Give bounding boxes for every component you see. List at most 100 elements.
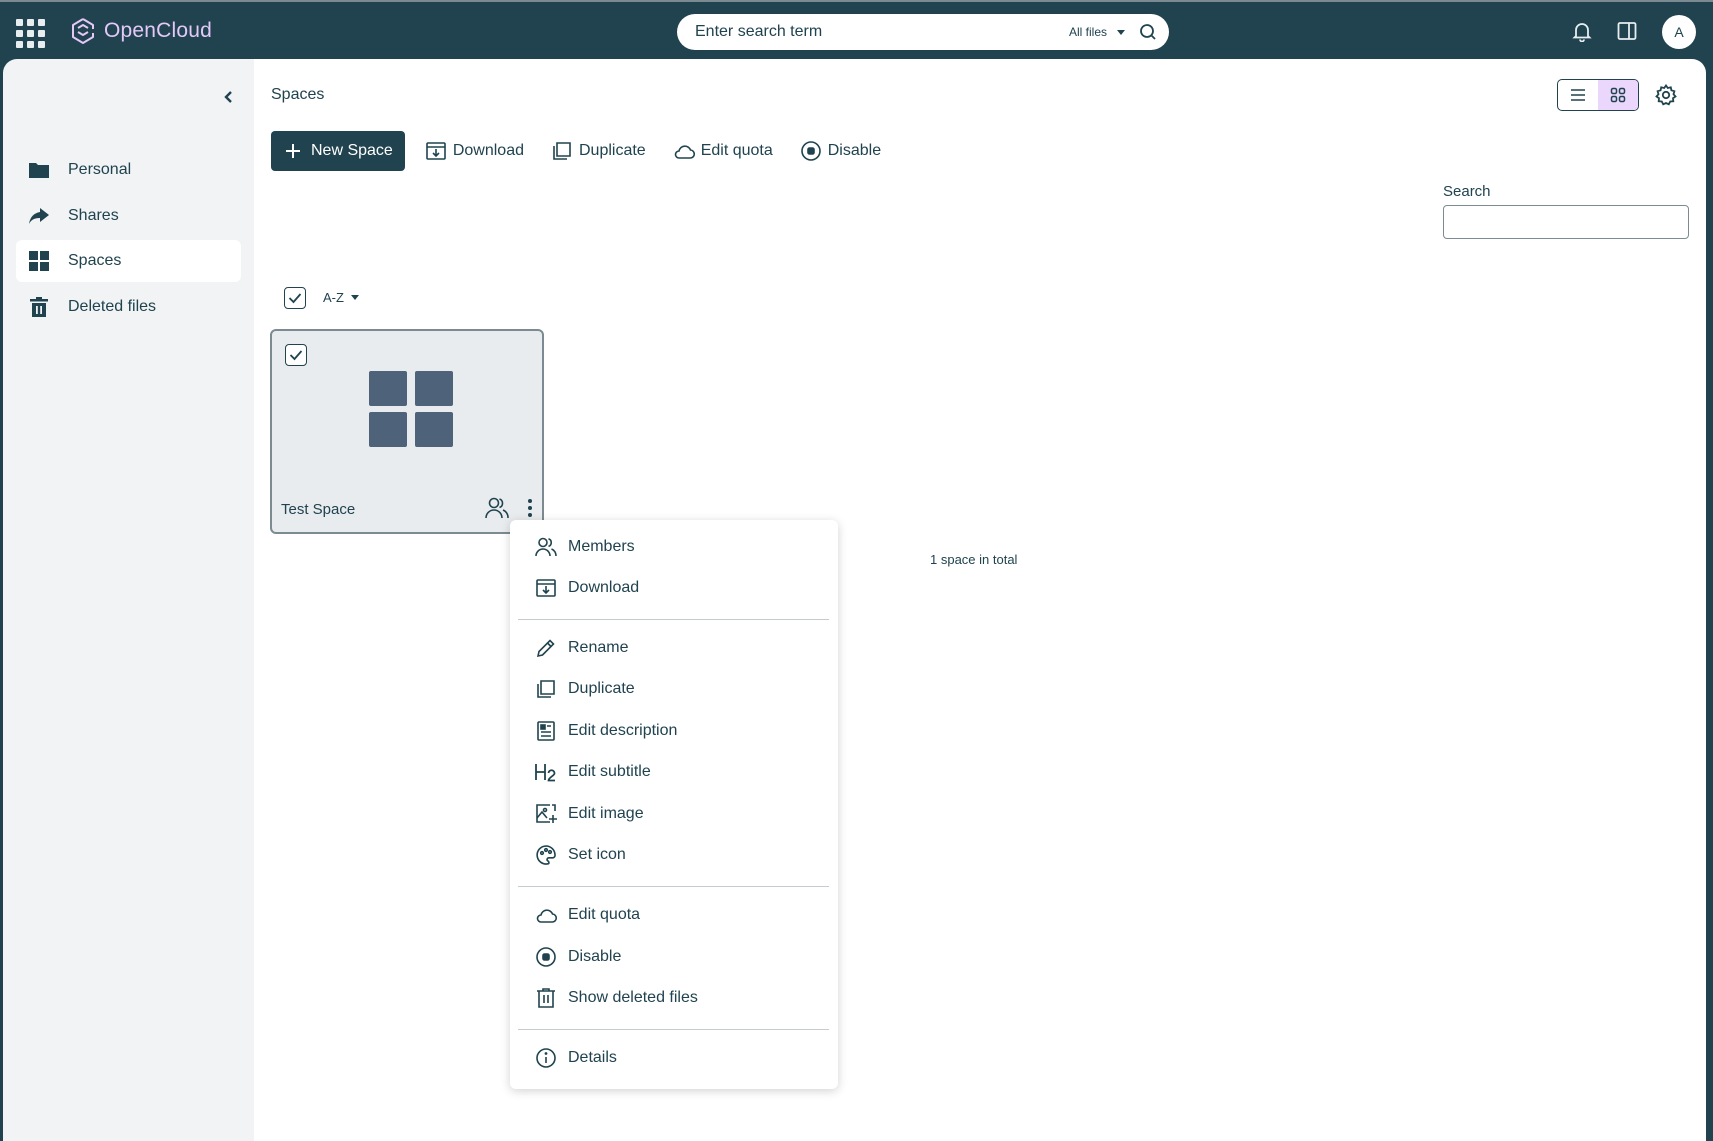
menu-item-label: Edit subtitle [568, 763, 651, 780]
sidebar-item-label: Spaces [68, 252, 122, 269]
edit-quota-button[interactable]: Edit quota [673, 140, 773, 162]
sidebar-item-label: Deleted files [68, 298, 157, 315]
duplicate-button[interactable]: Duplicate [551, 140, 646, 162]
space-card-checkbox[interactable] [285, 344, 307, 366]
download-label: Download [452, 142, 524, 159]
brand-logo[interactable]: OpenCloud [70, 16, 212, 46]
menu-item-show-deleted-files[interactable]: Show deleted files [534, 981, 824, 1015]
filter-input[interactable] [1443, 205, 1689, 239]
apps-grid-icon[interactable] [14, 17, 45, 48]
stop-circle-icon [536, 947, 556, 967]
menu-item-label: Duplicate [568, 680, 635, 697]
cloud-icon [674, 145, 695, 159]
space-card[interactable]: Test Space [270, 329, 544, 534]
disable-button[interactable]: Disable [800, 140, 881, 162]
menu-item-set-icon[interactable]: Set icon [534, 838, 824, 872]
palette-icon [536, 845, 556, 865]
search-input[interactable] [695, 23, 1069, 41]
menu-divider [518, 886, 829, 887]
sidebar-item-spaces[interactable]: Spaces [16, 240, 241, 282]
menu-item-label: Details [568, 1049, 617, 1066]
main-content: Spaces New Space Download Duplicate Edit… [254, 59, 1706, 1141]
space-context-menu: Members Download Rename Duplicate Edit d… [510, 520, 838, 1089]
filter-label: Search [1443, 183, 1491, 200]
tiles-icon [1610, 87, 1626, 103]
gear-icon [1655, 84, 1677, 106]
share-arrow-icon [29, 208, 49, 224]
sidebar-item-label: Personal [68, 161, 132, 178]
new-space-label: New Space [311, 142, 393, 159]
sidebar-item-label: Shares [68, 207, 119, 224]
pencil-icon [536, 639, 555, 658]
disable-label: Disable [827, 142, 882, 159]
trash-icon [537, 988, 555, 1008]
stop-circle-icon [800, 141, 821, 161]
image-add-icon [536, 804, 557, 823]
select-all-checkbox[interactable] [284, 287, 306, 309]
space-thumbnail-icon [369, 371, 453, 447]
menu-item-label: Edit quota [568, 906, 641, 923]
new-space-button[interactable]: New Space [271, 131, 405, 171]
bell-icon[interactable] [1568, 17, 1596, 45]
search-scope-dropdown[interactable]: All files [1069, 25, 1125, 39]
menu-item-edit-description[interactable]: Edit description [534, 714, 824, 748]
list-view-button[interactable] [1558, 80, 1598, 110]
menu-item-download[interactable]: Download [534, 571, 824, 605]
menu-divider [518, 1029, 829, 1030]
download-icon [536, 579, 556, 597]
sidebar-item-shares[interactable]: Shares [16, 195, 241, 237]
global-search: All files [677, 14, 1169, 50]
sidebar: Personal Shares Spaces Deleted files [3, 59, 254, 1141]
space-count: 1 space in total [930, 552, 1018, 567]
menu-item-edit-subtitle[interactable]: Edit subtitle [534, 755, 824, 789]
menu-item-rename[interactable]: Rename [534, 631, 824, 665]
cloud-icon [536, 909, 558, 923]
sidebar-panel-icon[interactable] [1613, 17, 1641, 45]
avatar-initial: A [1674, 24, 1684, 40]
menu-item-edit-quota[interactable]: Edit quota [534, 898, 824, 932]
duplicate-icon [553, 142, 571, 160]
sort-dropdown[interactable]: A-Z [323, 290, 359, 305]
search-icon[interactable] [1139, 23, 1157, 41]
menu-item-label: Download [568, 579, 640, 596]
menu-item-duplicate[interactable]: Duplicate [534, 672, 824, 706]
sidebar-item-deleted-files[interactable]: Deleted files [16, 286, 241, 328]
menu-item-edit-image[interactable]: Edit image [534, 797, 824, 831]
space-name: Test Space [281, 501, 356, 518]
menu-item-disable[interactable]: Disable [534, 940, 824, 974]
menu-item-label: Disable [568, 948, 622, 965]
avatar[interactable]: A [1662, 15, 1696, 49]
menu-item-label: Show deleted files [568, 989, 698, 1006]
sidebar-item-personal[interactable]: Personal [16, 149, 241, 191]
edit-quota-label: Edit quota [700, 142, 773, 159]
download-button[interactable]: Download [425, 140, 524, 162]
kebab-menu-icon[interactable] [523, 495, 537, 521]
menu-item-label: Members [568, 538, 635, 555]
menu-item-label: Set icon [568, 846, 626, 863]
menu-item-details[interactable]: Details [534, 1041, 824, 1075]
collapse-sidebar-button[interactable] [217, 85, 241, 109]
plus-icon [286, 144, 300, 158]
search-scope-label: All files [1068, 25, 1107, 39]
check-icon [288, 293, 302, 304]
spaces-grid-icon [29, 251, 49, 271]
members-icon[interactable] [484, 495, 510, 521]
menu-item-label: Rename [568, 639, 629, 656]
menu-item-members[interactable]: Members [534, 530, 824, 564]
download-icon [426, 142, 446, 160]
check-icon [289, 350, 303, 361]
duplicate-label: Duplicate [578, 142, 646, 159]
tiles-view-button[interactable] [1598, 80, 1638, 110]
duplicate-icon [537, 680, 555, 698]
menu-divider [518, 619, 829, 620]
menu-item-label: Edit image [568, 805, 644, 822]
sort-label: A-Z [323, 290, 344, 305]
caret-down-icon [350, 295, 359, 300]
top-bar: OpenCloud All files A [0, 0, 1713, 59]
settings-button[interactable] [1653, 82, 1679, 108]
caret-down-icon [1117, 29, 1125, 35]
heading-icon [535, 764, 556, 782]
breadcrumb: Spaces [271, 86, 325, 103]
opencloud-logo-icon [72, 18, 94, 44]
members-icon [535, 537, 557, 557]
